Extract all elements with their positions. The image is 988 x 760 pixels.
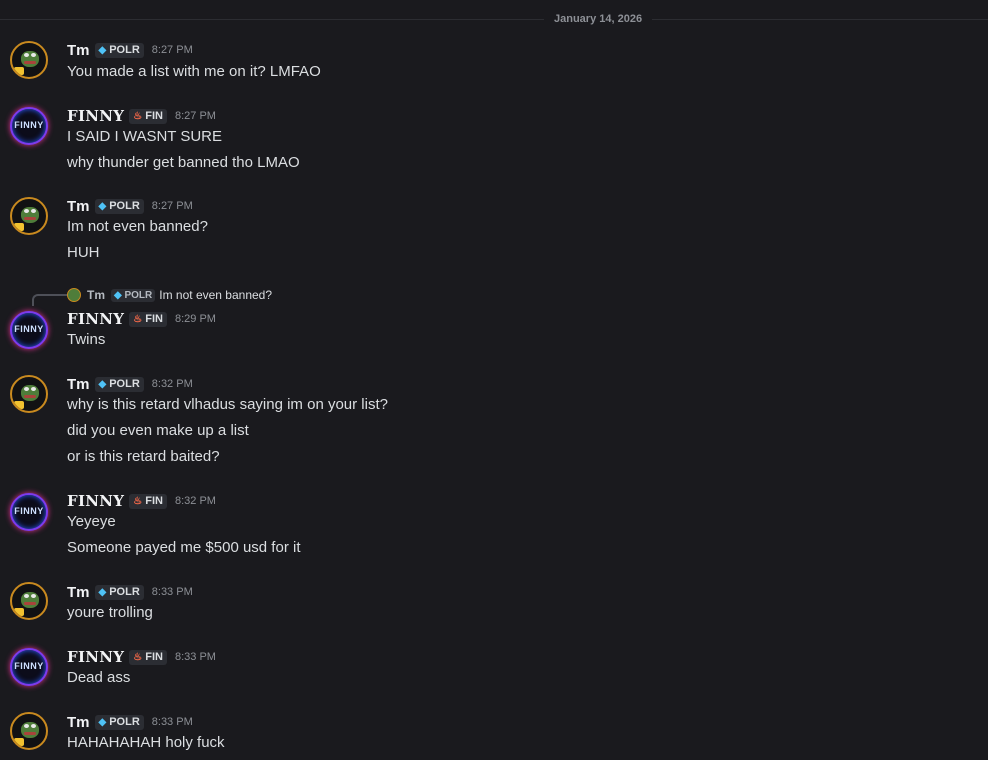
date-divider-label: January 14, 2026 bbox=[544, 11, 653, 27]
timestamp: 8:32 PM bbox=[175, 495, 216, 507]
flame-icon: ♨ bbox=[133, 313, 143, 325]
author-name[interactable]: Tm bbox=[67, 42, 90, 59]
reply-text: Im not even banned? bbox=[159, 288, 273, 302]
author-name[interactable]: FINNY bbox=[67, 107, 124, 125]
flame-icon: ♨ bbox=[133, 110, 143, 122]
message-text: Im not even banned? bbox=[67, 218, 208, 235]
message-text: why thunder get banned tho LMAO bbox=[67, 154, 300, 171]
message-text: youre trolling bbox=[67, 604, 153, 621]
chat-message-list: January 14, 2026 Tm ◆ POLR 8:27 PM You ma… bbox=[0, 0, 988, 760]
server-tag[interactable]: ◆ POLR bbox=[94, 198, 144, 214]
message-text: HUH bbox=[67, 244, 100, 261]
tm-avatar[interactable] bbox=[10, 41, 48, 79]
timestamp: 8:29 PM bbox=[175, 313, 216, 325]
reply-server-tag: ◆ POLR bbox=[111, 288, 156, 302]
message-text: You made a list with me on it? LMFAO bbox=[67, 63, 321, 80]
timestamp: 8:33 PM bbox=[175, 651, 216, 663]
message-text: I SAID I WASNT SURE bbox=[67, 128, 223, 145]
server-tag[interactable]: ◆ POLR bbox=[94, 714, 144, 730]
date-divider-line bbox=[0, 19, 988, 20]
author-name[interactable]: Tm bbox=[67, 714, 90, 731]
timestamp: 8:27 PM bbox=[175, 110, 216, 122]
server-tag[interactable]: ♨ FIN bbox=[129, 108, 167, 124]
gem-icon: ◆ bbox=[98, 378, 107, 390]
tm-avatar[interactable] bbox=[10, 375, 48, 413]
timestamp: 8:33 PM bbox=[151, 716, 193, 728]
server-tag[interactable]: ♨ FIN bbox=[129, 311, 167, 327]
tm-mini-avatar bbox=[67, 288, 81, 302]
gem-icon: ◆ bbox=[98, 44, 107, 56]
server-tag[interactable]: ◆ POLR bbox=[94, 376, 144, 392]
message-text: or is this retard baited? bbox=[67, 448, 220, 465]
author-name[interactable]: Tm bbox=[67, 584, 90, 601]
message-text: Someone payed me $500 usd for it bbox=[67, 539, 301, 556]
flame-icon: ♨ bbox=[133, 495, 143, 507]
finny-avatar[interactable]: FINNY bbox=[10, 107, 48, 145]
server-tag[interactable]: ♨ FIN bbox=[129, 649, 167, 665]
reply-connector bbox=[32, 294, 68, 306]
tm-avatar[interactable] bbox=[10, 712, 48, 750]
message-text: why is this retard vlhadus saying im on … bbox=[67, 396, 388, 413]
timestamp: 8:27 PM bbox=[151, 200, 193, 212]
tm-avatar[interactable] bbox=[10, 197, 48, 235]
message-text: HAHAHAHAH holy fuck bbox=[67, 734, 225, 751]
finny-avatar[interactable]: FINNY bbox=[10, 311, 48, 349]
tm-avatar[interactable] bbox=[10, 582, 48, 620]
gem-icon: ◆ bbox=[98, 716, 107, 728]
timestamp: 8:27 PM bbox=[151, 44, 193, 56]
timestamp: 8:32 PM bbox=[151, 378, 193, 390]
message-text: did you even make up a list bbox=[67, 422, 249, 439]
author-name[interactable]: FINNY bbox=[67, 492, 124, 510]
author-name[interactable]: Tm bbox=[67, 376, 90, 393]
message-text: Yeyeye bbox=[67, 513, 116, 530]
flame-icon: ♨ bbox=[133, 651, 143, 663]
message-text: Dead ass bbox=[67, 669, 131, 686]
author-name[interactable]: FINNY bbox=[67, 648, 124, 666]
message-text: Twins bbox=[67, 331, 106, 348]
gem-icon: ◆ bbox=[98, 586, 107, 598]
reply-author[interactable]: Tm bbox=[87, 288, 105, 302]
finny-avatar[interactable]: FINNY bbox=[10, 493, 48, 531]
gem-icon: ◆ bbox=[98, 200, 107, 212]
server-tag[interactable]: ♨ FIN bbox=[129, 493, 167, 509]
timestamp: 8:33 PM bbox=[151, 586, 193, 598]
reply-preview[interactable]: Tm ◆ POLR Im not even banned? bbox=[67, 287, 272, 303]
finny-avatar[interactable]: FINNY bbox=[10, 648, 48, 686]
author-name[interactable]: Tm bbox=[67, 198, 90, 215]
gem-icon: ◆ bbox=[114, 289, 122, 301]
server-tag[interactable]: ◆ POLR bbox=[94, 42, 144, 58]
author-name[interactable]: FINNY bbox=[67, 310, 124, 328]
server-tag[interactable]: ◆ POLR bbox=[94, 584, 144, 600]
